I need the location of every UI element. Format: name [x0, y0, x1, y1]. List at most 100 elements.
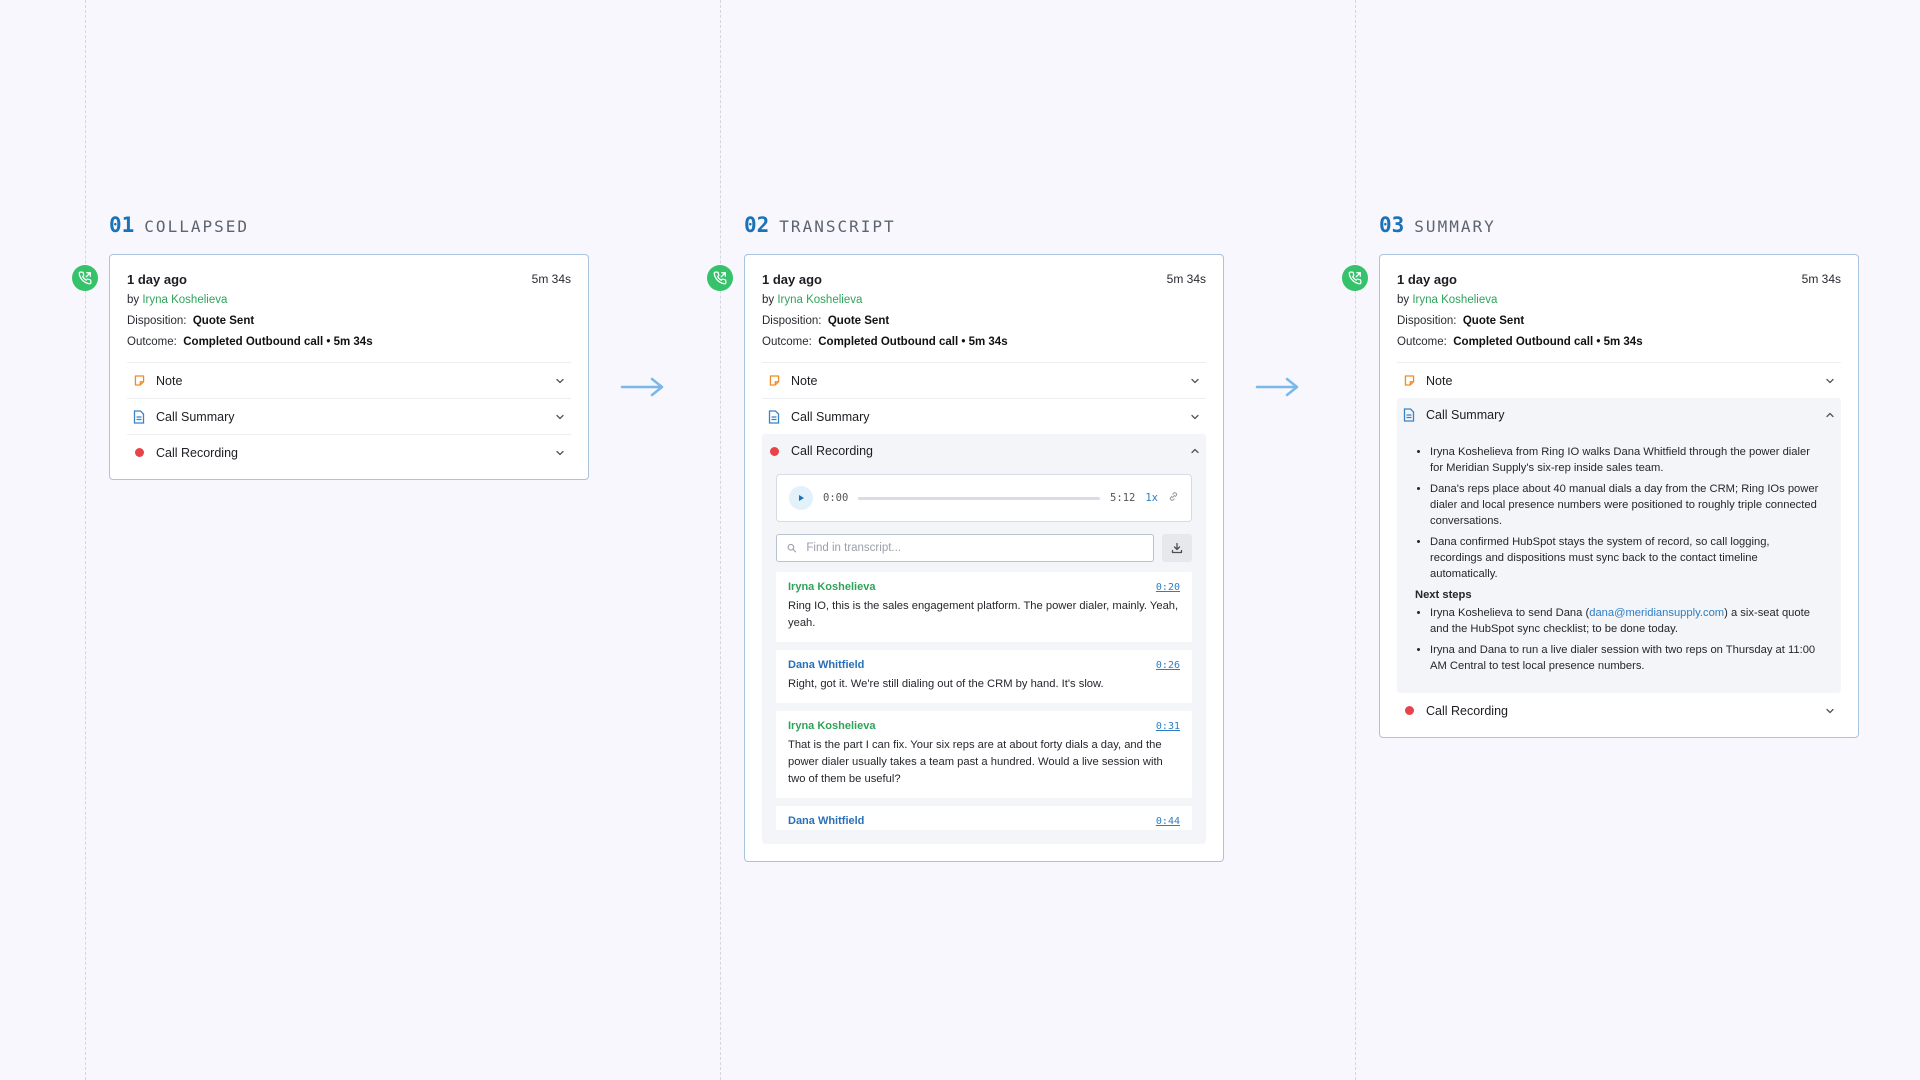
- agent-link[interactable]: Iryna Koshelieva: [777, 294, 862, 306]
- speaker-name: Dana Whitfield: [788, 659, 865, 671]
- next-step-item: Iryna and Dana to run a live dialer sess…: [1430, 642, 1823, 674]
- chevron-down-icon: [1826, 708, 1834, 713]
- record-dot-icon: [767, 444, 781, 458]
- call-summary-label: Call Summary: [1426, 408, 1505, 422]
- step-header-transcript: 02 TRANSCRIPT: [744, 213, 896, 237]
- call-agent-row: by Iryna Koshelieva: [1397, 290, 1841, 311]
- note-toggle[interactable]: Note: [1397, 363, 1841, 398]
- call-recording-toggle[interactable]: Call Recording: [127, 435, 571, 470]
- outcome-label: Outcome:: [762, 336, 812, 348]
- call-recording-label: Call Recording: [1426, 703, 1508, 718]
- by-prefix: by: [762, 294, 775, 306]
- timestamp-link[interactable]: 0:26: [1156, 660, 1180, 671]
- step-number: 01: [109, 213, 135, 237]
- call-duration: 5m 34s: [1801, 272, 1841, 286]
- chevron-down-icon: [556, 378, 564, 383]
- call-recording-toggle[interactable]: Call Recording: [1397, 693, 1841, 728]
- outcome-label: Outcome:: [1397, 336, 1447, 348]
- note-label: Note: [1426, 373, 1453, 388]
- transcript-entry: Dana Whitfield 0:44: [776, 806, 1192, 830]
- speaker-name: Iryna Koshelieva: [788, 581, 876, 593]
- timestamp-link[interactable]: 0:31: [1156, 721, 1180, 732]
- note-label: Note: [156, 373, 183, 388]
- summary-bullet: Dana's reps place about 40 manual dials …: [1430, 481, 1823, 529]
- outcome-row: Outcome: Completed Outbound call • 5m 34…: [762, 332, 1206, 353]
- total-time: 5:12: [1110, 492, 1136, 504]
- transcript-entry: Iryna Koshelieva 0:20 Ring IO, this is t…: [776, 572, 1192, 642]
- next-steps-list: Iryna Koshelieva to send Dana (dana@meri…: [1415, 605, 1823, 674]
- call-duration: 5m 34s: [1166, 272, 1206, 286]
- call-summary-toggle[interactable]: Call Summary: [762, 399, 1206, 434]
- step-header-collapsed: 01 COLLAPSED: [109, 213, 249, 237]
- section-call-recording: Call Recording: [1397, 693, 1841, 728]
- next-steps-heading: Next steps: [1415, 589, 1472, 601]
- section-note: Note: [762, 362, 1206, 398]
- outcome-label: Outcome:: [127, 336, 177, 348]
- timestamp-link[interactable]: 0:44: [1156, 816, 1180, 827]
- transcript-entry: Iryna Koshelieva 0:31 That is the part I…: [776, 711, 1192, 798]
- next-step-text: Iryna Koshelieva to send Dana (: [1430, 607, 1590, 619]
- play-button[interactable]: [789, 486, 813, 510]
- call-agent-row: by Iryna Koshelieva: [762, 290, 1206, 311]
- note-toggle[interactable]: Note: [127, 363, 571, 398]
- chevron-down-icon: [1826, 378, 1834, 383]
- section-call-recording: Call Recording: [127, 434, 571, 470]
- progress-track[interactable]: [858, 496, 1101, 500]
- section-call-summary: Call Summary Iryna Koshelieva from Ring …: [1397, 398, 1841, 693]
- call-time: 1 day ago: [762, 271, 822, 287]
- note-icon: [767, 374, 781, 388]
- call-summary-toggle[interactable]: Call Summary: [1397, 398, 1841, 432]
- call-agent-row: by Iryna Koshelieva: [127, 290, 571, 311]
- step-header-summary: 03 SUMMARY: [1379, 213, 1496, 237]
- email-link[interactable]: dana@meridiansupply.com: [1589, 607, 1724, 619]
- phone-call-icon: [1342, 265, 1368, 291]
- disposition-value: Quote Sent: [1462, 315, 1525, 327]
- step-number: 02: [744, 213, 770, 237]
- transcript-entry: Dana Whitfield 0:26 Right, got it. We're…: [776, 650, 1192, 703]
- next-step-item: Iryna Koshelieva to send Dana (dana@meri…: [1430, 605, 1823, 637]
- outcome-value: Completed Outbound call • 5m 34s: [1453, 336, 1643, 348]
- playback-speed[interactable]: 1x: [1145, 492, 1158, 504]
- outcome-value: Completed Outbound call • 5m 34s: [183, 336, 373, 348]
- summary-list: Iryna Koshelieva from Ring IO walks Dana…: [1415, 444, 1823, 582]
- chevron-down-icon: [556, 414, 564, 419]
- by-prefix: by: [127, 294, 140, 306]
- disposition-row: Disposition: Quote Sent: [127, 311, 571, 332]
- play-icon: [799, 495, 804, 501]
- timestamp-link[interactable]: 0:20: [1156, 582, 1180, 593]
- speaker-name: Dana Whitfield: [788, 815, 865, 827]
- disposition-value: Quote Sent: [827, 315, 890, 327]
- current-time: 0:00: [823, 492, 849, 504]
- call-summary-label: Call Summary: [791, 409, 870, 424]
- agent-link[interactable]: Iryna Koshelieva: [142, 294, 227, 306]
- call-recording-toggle[interactable]: Call Recording: [762, 434, 1206, 468]
- transcript-list[interactable]: Iryna Koshelieva 0:20 Ring IO, this is t…: [776, 572, 1192, 830]
- disposition-label: Disposition:: [1397, 315, 1457, 327]
- document-icon: [132, 409, 146, 424]
- transcript-search: [776, 534, 1154, 562]
- record-dot-icon: [1402, 704, 1416, 718]
- outcome-row: Outcome: Completed Outbound call • 5m 34…: [1397, 332, 1841, 353]
- summary-body: Iryna Koshelieva from Ring IO walks Dana…: [1397, 432, 1841, 693]
- audio-player: 0:00 5:12 1x: [776, 474, 1192, 522]
- search-input[interactable]: [804, 541, 1143, 555]
- by-prefix: by: [1397, 294, 1410, 306]
- call-summary-toggle[interactable]: Call Summary: [127, 399, 571, 434]
- section-call-summary: Call Summary: [762, 398, 1206, 434]
- download-button[interactable]: [1162, 534, 1192, 562]
- disposition-value: Quote Sent: [192, 315, 255, 327]
- disposition-row: Disposition: Quote Sent: [762, 311, 1206, 332]
- agent-link[interactable]: Iryna Koshelieva: [1412, 294, 1497, 306]
- link-icon[interactable]: [1168, 489, 1179, 507]
- column-guide: [85, 0, 86, 1080]
- call-card-collapsed: 1 day ago 5m 34s by Iryna Koshelieva Dis…: [109, 254, 589, 480]
- step-title: COLLAPSED: [144, 217, 249, 236]
- chevron-up-icon: [1191, 448, 1199, 454]
- section-note: Note: [1397, 362, 1841, 398]
- note-label: Note: [791, 373, 818, 388]
- note-toggle[interactable]: Note: [762, 363, 1206, 398]
- column-guide: [720, 0, 721, 1080]
- search-icon: [787, 543, 797, 553]
- call-card-transcript: 1 day ago 5m 34s by Iryna Koshelieva Dis…: [744, 254, 1224, 862]
- note-icon: [1402, 374, 1416, 388]
